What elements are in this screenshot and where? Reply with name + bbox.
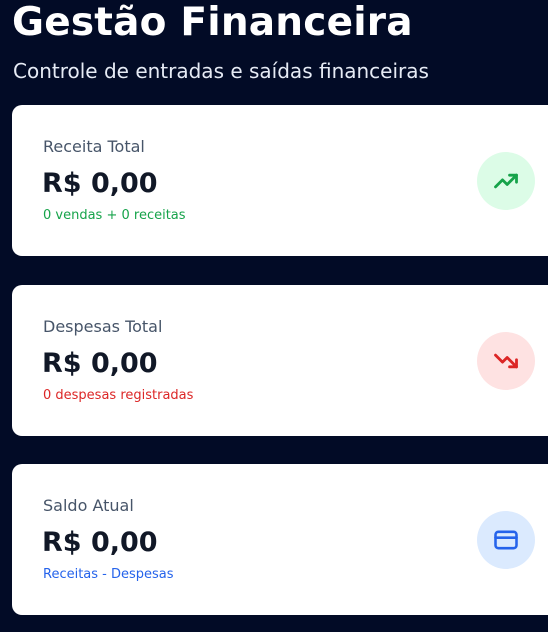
revenue-detail: 0 vendas + 0 receitas bbox=[43, 208, 186, 223]
expenses-detail: 0 despesas registradas bbox=[43, 388, 194, 403]
balance-label: Saldo Atual bbox=[43, 496, 134, 515]
revenue-card: Receita Total R$ 0,00 0 vendas + 0 recei… bbox=[12, 105, 548, 256]
balance-value: R$ 0,00 bbox=[42, 527, 158, 558]
financial-dashboard: Gestão Financeira Controle de entradas e… bbox=[0, 0, 548, 632]
revenue-label: Receita Total bbox=[43, 137, 145, 156]
balance-card: Saldo Atual R$ 0,00 Receitas - Despesas bbox=[12, 464, 548, 615]
expenses-label: Despesas Total bbox=[43, 317, 163, 336]
page-title: Gestão Financeira bbox=[12, 0, 413, 45]
expenses-card: Despesas Total R$ 0,00 0 despesas regist… bbox=[12, 285, 548, 436]
credit-card-icon bbox=[477, 511, 535, 569]
trending-down-icon bbox=[477, 332, 535, 390]
expenses-value: R$ 0,00 bbox=[42, 348, 158, 379]
revenue-value: R$ 0,00 bbox=[42, 168, 158, 199]
balance-detail: Receitas - Despesas bbox=[43, 567, 174, 582]
trending-up-icon bbox=[477, 152, 535, 210]
page-subtitle: Controle de entradas e saídas financeira… bbox=[13, 59, 429, 83]
